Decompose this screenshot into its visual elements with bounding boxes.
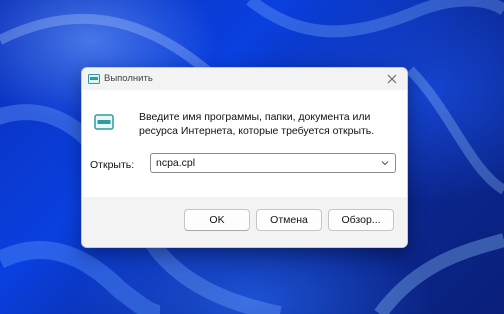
button-bar: OK Отмена Обзор... (82, 197, 407, 247)
run-icon (88, 74, 100, 84)
chevron-down-icon[interactable] (381, 159, 389, 167)
open-input[interactable]: ncpa.cpl (156, 157, 195, 169)
dialog-title: Выполнить (104, 73, 153, 84)
title-bar[interactable]: Выполнить (82, 68, 407, 90)
run-icon (94, 114, 114, 130)
open-label: Открыть: (90, 159, 135, 171)
close-icon (387, 74, 397, 84)
open-combobox[interactable]: ncpa.cpl (150, 153, 396, 173)
run-dialog: Выполнить Введите имя программы, папки, … (81, 67, 408, 248)
cancel-button[interactable]: Отмена (256, 209, 322, 231)
dialog-content: Введите имя программы, папки, документа … (82, 90, 407, 197)
close-button[interactable] (383, 71, 401, 87)
browse-button[interactable]: Обзор... (328, 209, 394, 231)
ok-button[interactable]: OK (184, 209, 250, 231)
prompt-text-line2: ресурса Интернета, которые требуется отк… (139, 125, 375, 137)
prompt-text-line1: Введите имя программы, папки, документа … (139, 111, 371, 123)
